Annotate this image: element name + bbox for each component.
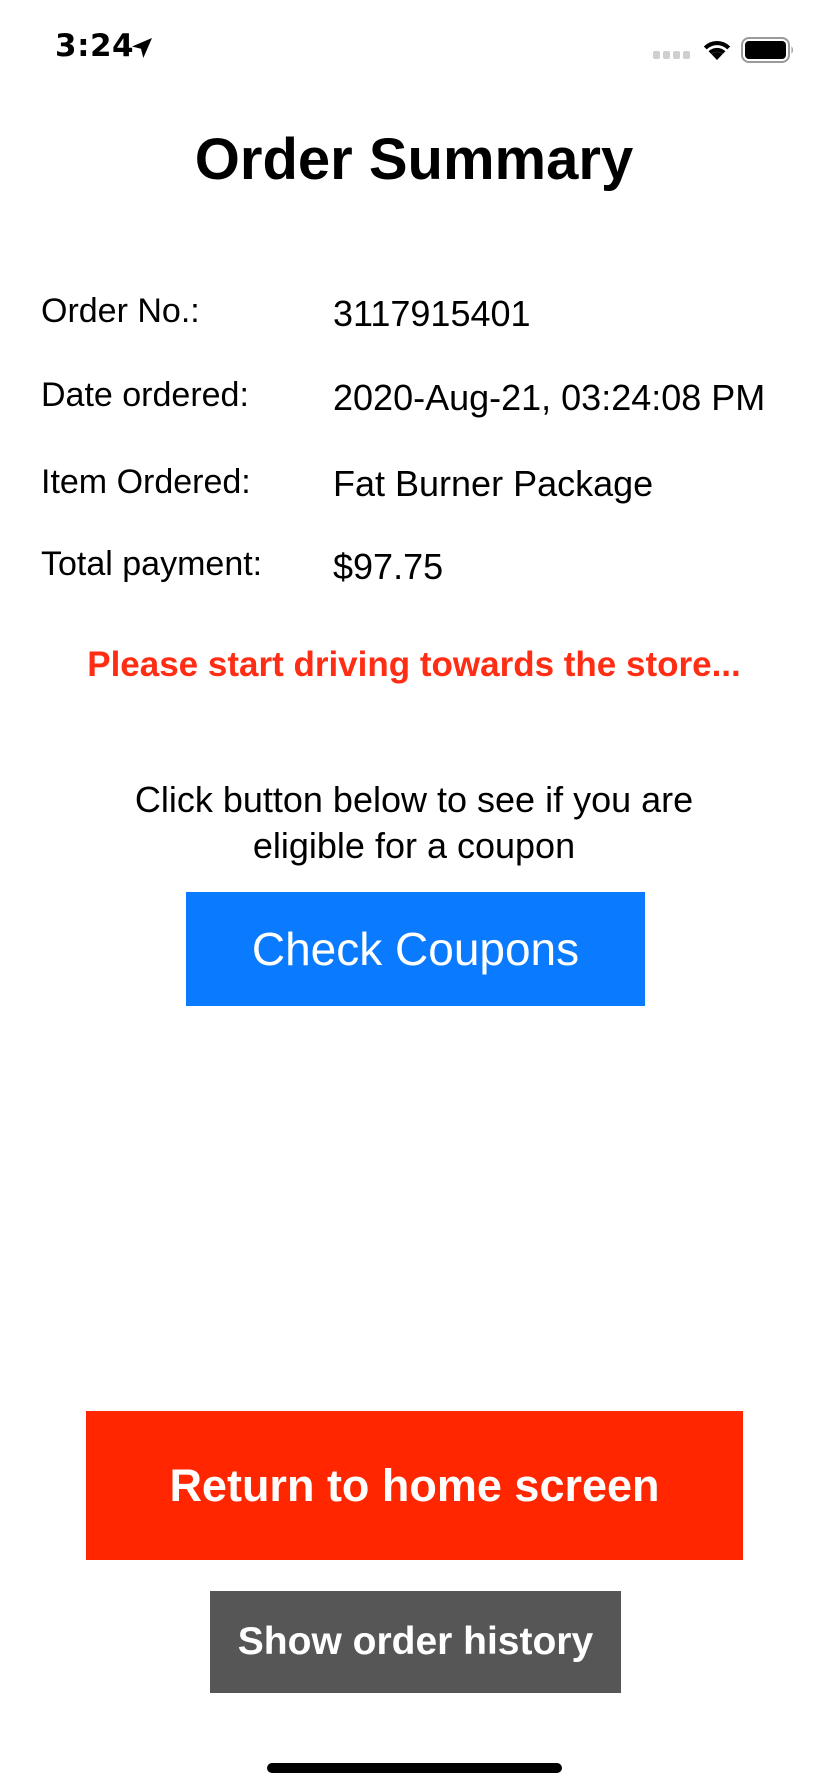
order-history-button[interactable]: Show order history — [210, 1591, 621, 1693]
order-no-value: 3117915401 — [333, 293, 531, 334]
order-no-label: Order No.: — [41, 292, 200, 330]
home-indicator[interactable] — [267, 1763, 562, 1773]
status-time: 3:24 — [55, 28, 135, 64]
battery-icon — [741, 37, 793, 63]
date-ordered-label: Date ordered: — [41, 376, 249, 414]
date-ordered-value: 2020-Aug-21, 03:24:08 PM — [333, 377, 766, 418]
wifi-icon — [703, 40, 731, 60]
coupon-prompt: Click button below to see if you are eli… — [134, 779, 694, 866]
page-title: Order Summary — [194, 127, 634, 192]
driving-notice: Please start driving towards the store..… — [87, 645, 741, 684]
total-payment-label: Total payment: — [41, 545, 263, 583]
total-payment-value: $97.75 — [333, 546, 444, 587]
cellular-signal-icon — [653, 51, 690, 59]
check-coupons-button[interactable]: Check Coupons — [186, 892, 645, 1006]
return-home-button[interactable]: Return to home screen — [86, 1411, 743, 1560]
status-bar: 3:24 — [0, 0, 828, 100]
item-ordered-label: Item Ordered: — [41, 463, 251, 501]
location-arrow-icon — [132, 38, 152, 58]
item-ordered-value: Fat Burner Package — [333, 463, 654, 504]
